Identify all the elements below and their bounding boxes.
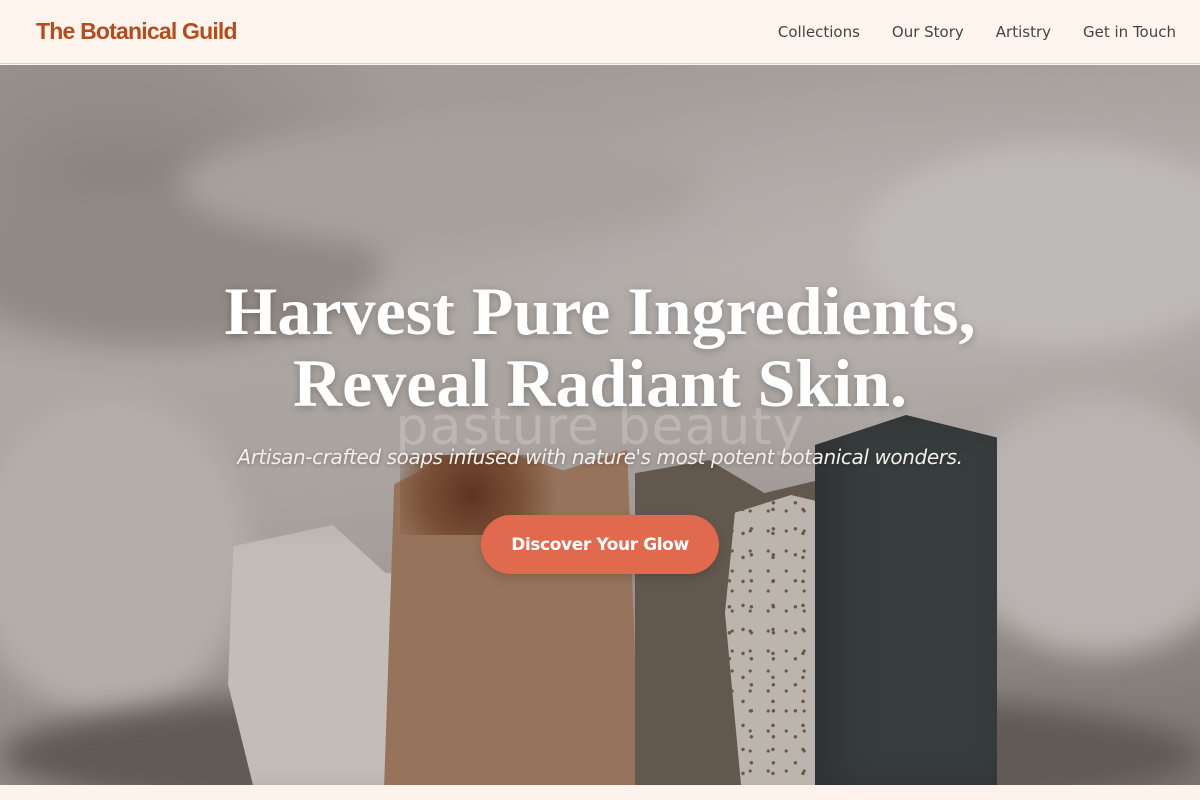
discover-your-glow-button[interactable]: Discover Your Glow (481, 515, 719, 574)
main-nav: Collections Our Story Artistry Get in To… (778, 23, 1176, 41)
nav-link-get-in-touch[interactable]: Get in Touch (1083, 23, 1176, 41)
hero-headline: Harvest Pure Ingredients, Reveal Radiant… (0, 275, 1200, 419)
hero-subtitle: Artisan-crafted soaps infused with natur… (237, 445, 963, 469)
site-header: The Botanical Guild Collections Our Stor… (0, 0, 1200, 64)
hero-headline-line-1: Harvest Pure Ingredients, (224, 273, 976, 349)
brand-logo[interactable]: The Botanical Guild (36, 18, 238, 45)
nav-link-artistry[interactable]: Artistry (996, 23, 1051, 41)
hero-headline-line-2: Reveal Radiant Skin. (293, 345, 907, 421)
hero-section: pasture beauty Harvest Pure Ingredients,… (0, 65, 1200, 785)
nav-link-collections[interactable]: Collections (778, 23, 860, 41)
nav-link-our-story[interactable]: Our Story (892, 23, 964, 41)
next-section-edge (0, 785, 1200, 800)
